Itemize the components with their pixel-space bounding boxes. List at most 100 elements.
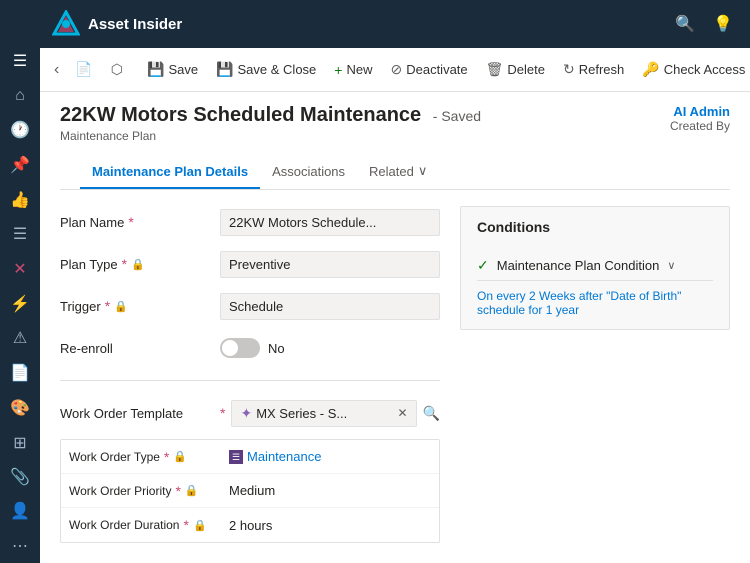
back-button[interactable]: ‹	[48, 56, 65, 84]
plan-type-lock-icon: 🔒	[131, 258, 145, 271]
wo-priority-row: Work Order Priority * 🔒 Medium	[61, 474, 439, 508]
plan-type-label: Plan Type * 🔒	[60, 256, 220, 272]
top-header: Asset Insider 🔍 💡	[40, 0, 750, 48]
delete-icon: 🗑	[486, 61, 504, 78]
check-access-icon: 🔑	[642, 61, 659, 78]
reenroll-label: Re-enroll	[60, 341, 220, 356]
wo-duration-row: Work Order Duration * 🔒 2 hours	[61, 508, 439, 542]
new-button[interactable]: + New	[326, 57, 380, 83]
form-left: Plan Name * Plan Type * 🔒	[60, 206, 440, 547]
nav-more-icon[interactable]: ⋯	[2, 529, 38, 562]
nav-sidebar: ☰ ⌂ 🕐 📌 👍 ☰ ✕ ⚡ ⚠ 📄 🎨 ⊞ 📎 👤 ⋯	[0, 0, 40, 563]
trigger-required-star: *	[105, 298, 110, 314]
wo-priority-required: *	[175, 483, 180, 499]
plan-type-value	[220, 251, 440, 278]
nav-recent-icon[interactable]: 🕐	[2, 114, 38, 147]
nav-warning-icon[interactable]: ⚠	[2, 322, 38, 355]
save-close-icon: 💾	[216, 61, 233, 78]
plan-type-required-star: *	[122, 256, 127, 272]
nav-close-icon[interactable]: ✕	[2, 253, 38, 286]
wo-duration-value: 2 hours	[229, 518, 431, 533]
trigger-label: Trigger * 🔒	[60, 298, 220, 314]
tab-associations[interactable]: Associations	[260, 156, 357, 189]
entity-title-row: 22KW Motors Scheduled Maintenance - Save…	[60, 104, 730, 143]
wot-required-star: *	[220, 405, 225, 421]
main-content: Asset Insider 🔍 💡 ‹ 📄 ⬡ 💾 Save 💾 Save & …	[40, 0, 750, 563]
plan-name-label: Plan Name *	[60, 214, 220, 230]
new-icon: +	[334, 62, 342, 78]
check-access-button[interactable]: 🔑 Check Access	[634, 56, 750, 83]
wo-type-row: Work Order Type * 🔒 ☰ Maintenance	[61, 440, 439, 474]
nav-user-icon[interactable]: 👤	[2, 495, 38, 528]
popout-icon: ⬡	[111, 61, 123, 78]
conditions-title: Conditions	[477, 219, 713, 235]
entity-saved-indicator: - Saved	[433, 108, 481, 124]
page-icon-button[interactable]: 📄	[67, 56, 100, 83]
trigger-lock-icon: 🔒	[114, 300, 128, 313]
save-button[interactable]: 💾 Save	[139, 56, 206, 83]
wot-input-wrap[interactable]: ✦ MX Series - S... ✕	[231, 400, 416, 427]
save-close-button[interactable]: 💾 Save & Close	[208, 56, 324, 83]
entity-header: 22KW Motors Scheduled Maintenance - Save…	[40, 92, 750, 190]
nav-pin-icon[interactable]: 📌	[2, 149, 38, 182]
wot-label: Work Order Template	[60, 406, 220, 421]
tabs-row: Maintenance Plan Details Associations Re…	[60, 147, 730, 190]
nav-list-icon[interactable]: ☰	[2, 218, 38, 251]
plan-type-field-row: Plan Type * 🔒	[60, 248, 440, 280]
deactivate-button[interactable]: ⊘ Deactivate	[382, 56, 475, 83]
popout-button[interactable]: ⬡	[103, 56, 131, 83]
refresh-button[interactable]: ↻ Refresh	[555, 56, 632, 83]
wo-type-value: ☰ Maintenance	[229, 449, 431, 464]
wo-duration-label: Work Order Duration * 🔒	[69, 517, 229, 533]
entity-subtitle: Maintenance Plan	[60, 129, 481, 143]
nav-home-icon[interactable]: ⌂	[2, 79, 38, 112]
plan-name-value	[220, 209, 440, 236]
tab-maintenance-plan-details[interactable]: Maintenance Plan Details	[80, 156, 260, 189]
wo-duration-required: *	[183, 517, 188, 533]
reenroll-toggle-label: No	[268, 341, 285, 356]
condition-check-icon: ✓	[477, 257, 489, 274]
section-divider	[60, 380, 440, 381]
search-header-button[interactable]: 🔍	[670, 9, 700, 39]
related-chevron-icon: ∨	[418, 163, 428, 179]
entity-admin-name[interactable]: AI Admin	[670, 104, 730, 119]
conditions-section: Conditions ✓ Maintenance Plan Condition …	[460, 206, 730, 330]
deactivate-icon: ⊘	[390, 61, 402, 78]
plan-type-input[interactable]	[220, 251, 440, 278]
plan-name-input[interactable]	[220, 209, 440, 236]
trigger-field-row: Trigger * 🔒	[60, 290, 440, 322]
refresh-icon: ↻	[563, 61, 575, 78]
plan-name-field-row: Plan Name *	[60, 206, 440, 238]
entity-title: 22KW Motors Scheduled Maintenance	[60, 104, 421, 126]
tab-related[interactable]: Related ∨	[357, 155, 439, 189]
nav-top-area	[0, 0, 40, 44]
wot-search-button[interactable]: 🔍	[423, 405, 440, 422]
nav-thumbs-up-icon[interactable]: 👍	[2, 183, 38, 216]
plan-name-required-star: *	[128, 214, 133, 230]
wo-type-required: *	[164, 449, 169, 465]
wot-input-text: MX Series - S...	[256, 406, 393, 421]
nav-doc-icon[interactable]: 📄	[2, 357, 38, 390]
reenroll-value: No	[220, 338, 440, 358]
nav-palette-icon[interactable]: 🎨	[2, 391, 38, 424]
wo-type-label: Work Order Type * 🔒	[69, 449, 229, 465]
nav-menu-icon[interactable]: ☰	[2, 45, 38, 78]
app-logo: Asset Insider	[52, 10, 182, 38]
condition-chevron-icon[interactable]: ∨	[667, 259, 675, 272]
trigger-value	[220, 293, 440, 320]
wo-priority-lock-icon: 🔒	[185, 484, 199, 497]
wot-clear-button[interactable]: ✕	[398, 406, 408, 420]
nav-bolt-icon[interactable]: ⚡	[2, 287, 38, 320]
settings-header-button[interactable]: 💡	[708, 9, 738, 39]
reenroll-field-row: Re-enroll No	[60, 332, 440, 364]
nav-attach-icon[interactable]: 📎	[2, 461, 38, 494]
condition-name: Maintenance Plan Condition	[497, 258, 660, 273]
delete-button[interactable]: 🗑 Delete	[478, 56, 553, 83]
maintenance-type-icon: ☰	[229, 450, 243, 464]
nav-grid-icon[interactable]: ⊞	[2, 426, 38, 459]
reenroll-toggle[interactable]	[220, 338, 260, 358]
wot-field-row: Work Order Template * ✦ MX Series - S...…	[60, 397, 440, 429]
trigger-input[interactable]	[220, 293, 440, 320]
wo-type-link[interactable]: Maintenance	[247, 449, 431, 464]
condition-description[interactable]: On every 2 Weeks after "Date of Birth" s…	[477, 289, 713, 317]
